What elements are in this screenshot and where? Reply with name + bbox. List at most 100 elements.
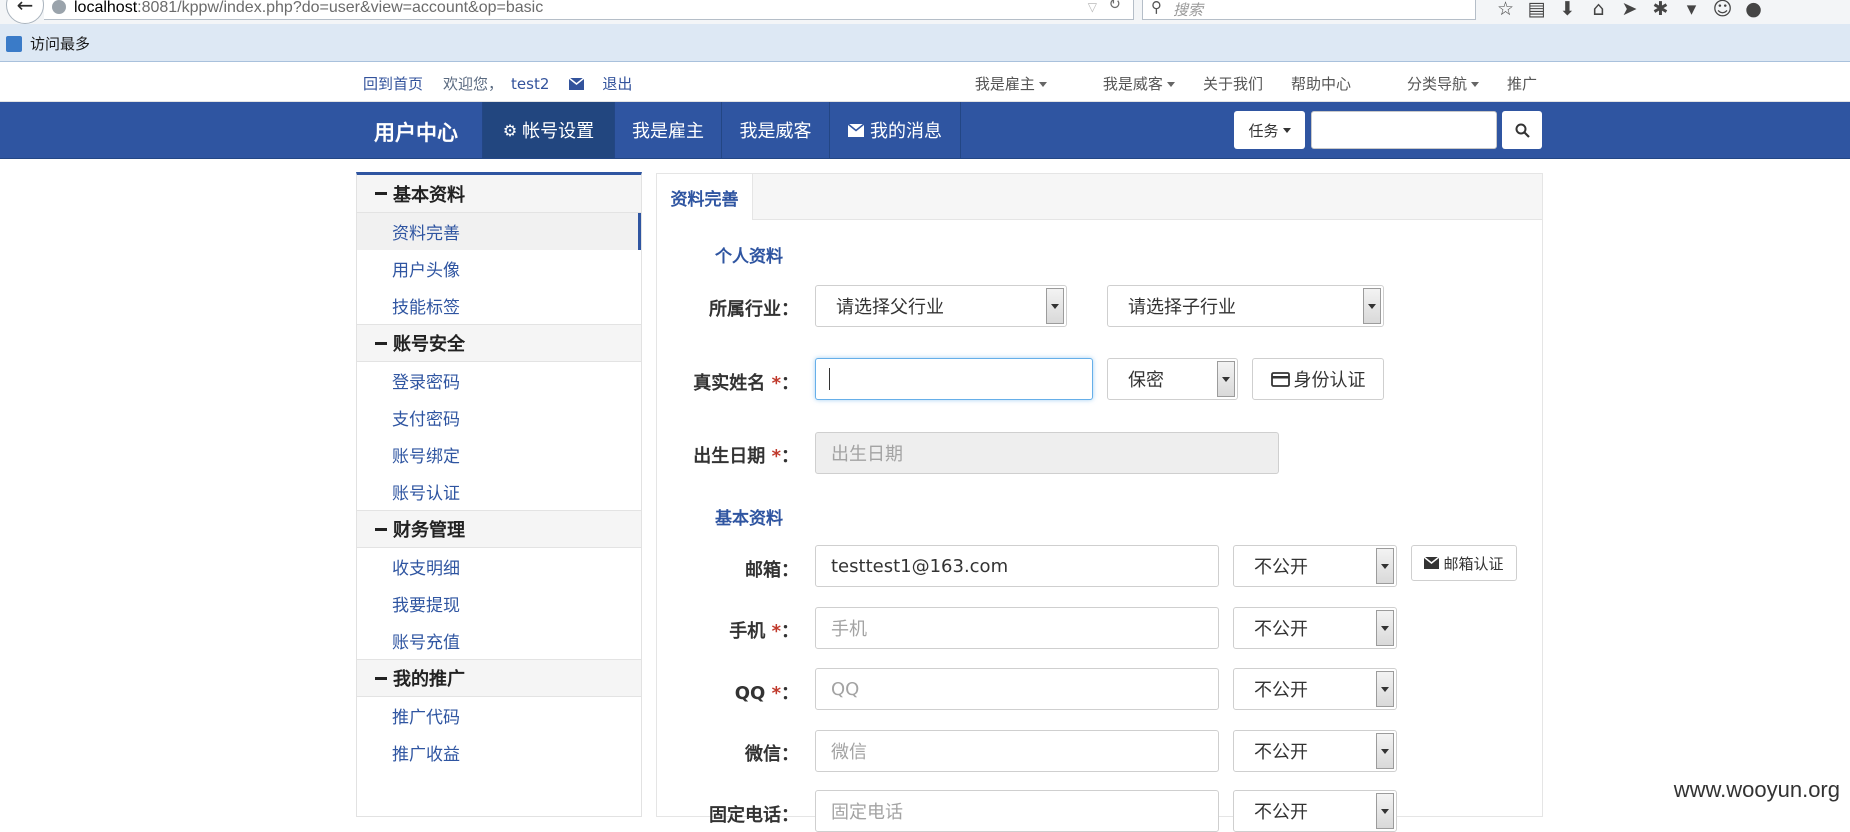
sidebar-group-promotion[interactable]: 我的推广 (357, 659, 641, 697)
sidebar-group-basic[interactable]: 基本资料 (357, 175, 641, 213)
bookmarks-bar: 访问最多 (0, 24, 1850, 62)
url-text: localhost:8081/kppw/index.php?do=user&vi… (74, 0, 544, 16)
wechat-input[interactable]: 微信 (815, 730, 1219, 772)
chevron-down-icon (1376, 548, 1394, 584)
bug-icon[interactable]: ✱ (1645, 0, 1676, 20)
sidebar-item-profile[interactable]: 资料完善 (357, 213, 641, 250)
envelope-icon[interactable] (569, 77, 585, 90)
tel-input[interactable]: 固定电话 (815, 790, 1219, 832)
sidebar-item-recharge[interactable]: 账号充值 (357, 622, 641, 659)
chevron-down-icon (1217, 361, 1235, 397)
id-verify-button[interactable]: 身份认证 (1252, 358, 1384, 400)
email-input[interactable]: testtest1@163.com (815, 545, 1219, 587)
sidebar-item-pay-password[interactable]: 支付密码 (357, 399, 641, 436)
sidebar: 基本资料 资料完善 用户头像 技能标签 账号安全 登录密码 支付密码 账号绑定 … (356, 172, 642, 817)
phone-label: 手机 *： (729, 621, 799, 642)
chevron-down-icon (1376, 610, 1394, 646)
dropdown-icon[interactable]: ▾ (1676, 0, 1707, 20)
download-icon[interactable]: ⬇ (1552, 0, 1583, 20)
email-visibility-select[interactable]: 不公开 (1233, 545, 1397, 587)
smiley-icon[interactable]: ☺ (1707, 0, 1738, 20)
tel-visibility-select[interactable]: 不公开 (1233, 790, 1397, 832)
search-placeholder: 搜索 (1173, 1, 1204, 19)
star-icon[interactable]: ☆ (1490, 0, 1521, 20)
tel-label: 固定电话： (709, 805, 799, 826)
nav-search-input[interactable] (1311, 111, 1497, 149)
logout-link[interactable]: 退出 (602, 73, 632, 94)
sidebar-item-login-password[interactable]: 登录密码 (357, 362, 641, 399)
reload-icon[interactable]: ↻ (1108, 0, 1121, 14)
back-arrow-icon: ← (16, 0, 34, 17)
sidebar-item-transactions[interactable]: 收支明细 (357, 548, 641, 585)
nav-search-button[interactable] (1502, 111, 1542, 149)
envelope-icon (848, 123, 864, 137)
search-icon: ⚲ (1151, 0, 1162, 16)
sidebar-group-security[interactable]: 账号安全 (357, 324, 641, 362)
qq-label: QQ *： (734, 683, 799, 704)
reading-list-icon[interactable]: ▤ (1521, 0, 1552, 20)
url-bar[interactable]: localhost:8081/kppw/index.php?do=user&vi… (44, 0, 1134, 20)
nav-witkey[interactable]: 我是威客 (722, 102, 830, 158)
industry-parent-select[interactable]: 请选择父行业 (815, 285, 1067, 327)
wechat-label: 微信： (745, 744, 799, 765)
topbar-about-link[interactable]: 关于我们 (1203, 73, 1263, 94)
minus-icon (375, 192, 387, 195)
email-verify-button[interactable]: 邮箱认证 (1411, 545, 1517, 581)
gears-icon: ⚙ (502, 120, 518, 140)
topbar-promote-link[interactable]: 推广 (1507, 73, 1537, 94)
topbar-help-link[interactable]: 帮助中心 (1291, 73, 1351, 94)
email-label: 邮箱： (745, 560, 799, 581)
chevron-down-icon (1046, 288, 1064, 324)
watermark: www.wooyun.org (1673, 777, 1840, 802)
main-nav: 用户中心 ⚙ 帐号设置 我是雇主 我是威客 我的消息 任务 (0, 102, 1850, 159)
username-link[interactable]: test2 (511, 75, 549, 93)
sidebar-item-withdraw[interactable]: 我要提现 (357, 585, 641, 622)
sidebar-item-skills[interactable]: 技能标签 (357, 287, 641, 324)
sidebar-item-promo-code[interactable]: 推广代码 (357, 697, 641, 734)
browser-search-input[interactable]: ⚲ 搜索 (1142, 0, 1476, 20)
task-type-dropdown[interactable]: 任务 (1234, 111, 1305, 149)
globe-icon (52, 0, 66, 14)
bookmark-icon (6, 36, 22, 52)
topbar-category-menu[interactable]: 分类导航 (1379, 73, 1479, 94)
phone-visibility-select[interactable]: 不公开 (1233, 607, 1397, 649)
topbar-employer-menu[interactable]: 我是雇主 (947, 73, 1047, 94)
chevron-down-icon (1376, 671, 1394, 707)
home-link[interactable]: 回到首页 (363, 73, 423, 94)
brand-title[interactable]: 用户中心 (374, 117, 458, 147)
adblock-icon[interactable]: ● (1738, 0, 1769, 20)
home-icon[interactable]: ⌂ (1583, 0, 1614, 20)
welcome-text: 欢迎您， (443, 75, 504, 93)
topbar-witkey-menu[interactable]: 我是威客 (1075, 73, 1175, 94)
phone-input[interactable]: 手机 (815, 607, 1219, 649)
envelope-icon (1424, 557, 1440, 569)
nav-account-settings[interactable]: ⚙ 帐号设置 (482, 102, 615, 158)
nav-messages[interactable]: 我的消息 (830, 102, 961, 158)
history-dropdown-icon[interactable]: ▽ (1088, 0, 1097, 16)
bookmark-most-visited[interactable]: 访问最多 (30, 33, 90, 54)
chevron-down-icon (1376, 733, 1394, 769)
basic-section-title: 基本资料 (715, 509, 783, 529)
back-button[interactable]: ← (6, 0, 44, 24)
realname-input[interactable] (815, 358, 1093, 400)
personal-section-title: 个人资料 (715, 247, 783, 267)
wechat-visibility-select[interactable]: 不公开 (1233, 730, 1397, 772)
nav-employer[interactable]: 我是雇主 (615, 102, 722, 158)
birth-date-input[interactable]: 出生日期 (815, 432, 1279, 474)
qq-visibility-select[interactable]: 不公开 (1233, 668, 1397, 710)
site-topbar: 回到首页 欢迎您， test2 退出 我是雇主 我是威客 关于我们 帮助中心 分… (0, 62, 1850, 102)
sidebar-item-promo-income[interactable]: 推广收益 (357, 734, 641, 771)
industry-child-select[interactable]: 请选择子行业 (1107, 285, 1384, 327)
sidebar-item-binding[interactable]: 账号绑定 (357, 436, 641, 473)
sidebar-item-avatar[interactable]: 用户头像 (357, 250, 641, 287)
chevron-down-icon (1363, 288, 1381, 324)
tab-profile[interactable]: 资料完善 (657, 174, 753, 220)
caret-down-icon (1470, 82, 1479, 87)
browser-toolbar: ← localhost:8081/kppw/index.php?do=user&… (0, 0, 1850, 24)
send-icon[interactable]: ➤ (1614, 0, 1645, 20)
realname-privacy-select[interactable]: 保密 (1107, 358, 1238, 400)
qq-input[interactable]: QQ (815, 668, 1219, 710)
industry-label: 所属行业： (709, 299, 799, 320)
sidebar-group-finance[interactable]: 财务管理 (357, 510, 641, 548)
sidebar-item-verification[interactable]: 账号认证 (357, 473, 641, 510)
